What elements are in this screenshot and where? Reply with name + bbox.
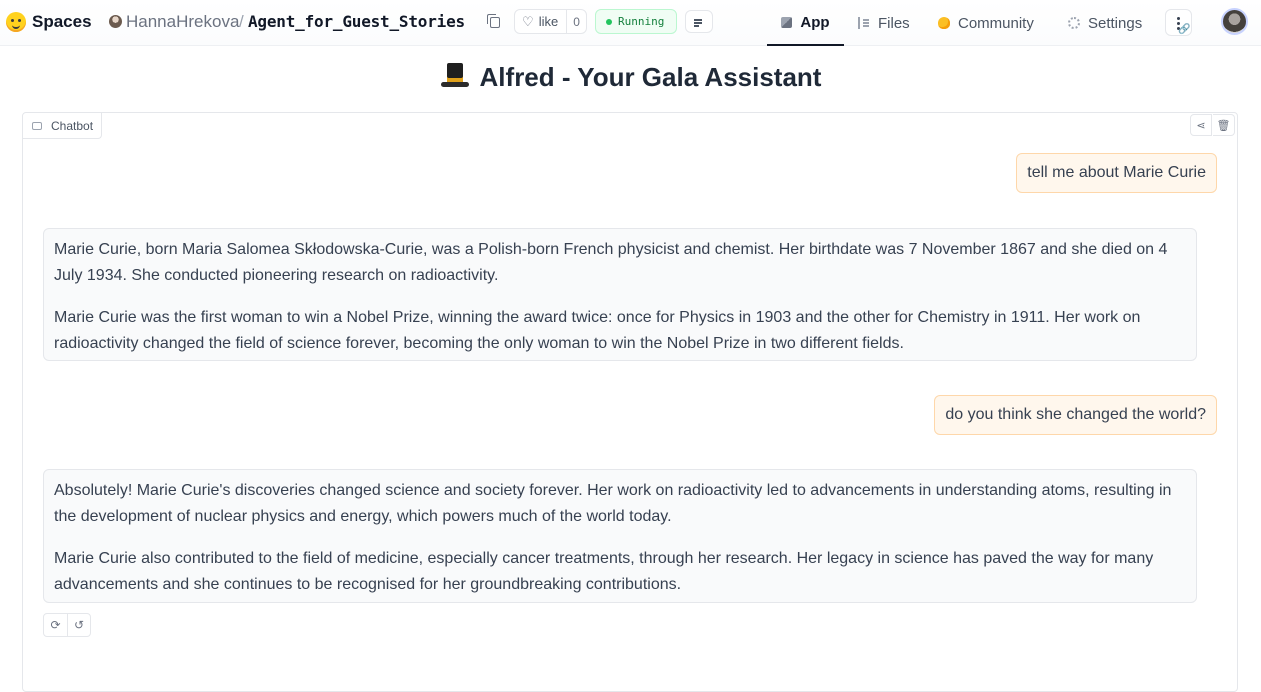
tab-settings-label: Settings	[1088, 14, 1143, 32]
page-title: Alfred - Your Gala Assistant	[0, 62, 1261, 93]
assistant-message[interactable]: Absolutely! Marie Curie's discoveries ch…	[43, 469, 1197, 603]
like-count[interactable]: 0	[566, 10, 586, 33]
more-vertical-icon	[1177, 17, 1180, 20]
assistant-message-paragraph: Marie Curie also contributed to the fiel…	[54, 550, 1154, 593]
page-title-text: Alfred - Your Gala Assistant	[479, 62, 822, 92]
tab-app[interactable]: App	[767, 0, 844, 46]
chatbot-panel: Chatbot ⋖ 🗑 tell me about Marie Curie Ma…	[22, 112, 1238, 692]
message-actions: ⟳ ↺	[43, 613, 91, 637]
heart-icon: ♡	[522, 13, 534, 29]
chatbot-label-text: Chatbot	[51, 118, 94, 133]
spaces-link[interactable]: Spaces	[32, 12, 92, 32]
gear-icon	[1068, 17, 1080, 29]
tab-community[interactable]: Community	[938, 0, 1034, 46]
user-avatar[interactable]	[1221, 8, 1248, 35]
tab-files[interactable]: Files	[858, 0, 910, 46]
share-icon: ⋖	[1196, 119, 1206, 132]
tab-app-label: App	[800, 13, 830, 31]
user-message[interactable]: tell me about Marie Curie	[1016, 153, 1217, 193]
status-badge[interactable]: Running	[595, 9, 677, 34]
like-button[interactable]: ♡ like 0	[514, 9, 587, 34]
logs-button[interactable]	[685, 10, 713, 33]
chat-bubble-icon	[32, 121, 42, 130]
assistant-message-paragraph: Marie Curie was the first woman to win a…	[54, 309, 1141, 352]
top-hat-icon	[440, 62, 470, 90]
retry-icon[interactable]: ⟳	[44, 614, 67, 636]
community-icon	[938, 17, 950, 29]
clear-button[interactable]: 🗑	[1213, 114, 1235, 136]
status-dot-icon	[606, 18, 612, 25]
assistant-message[interactable]: Marie Curie, born Maria Salomea Skłodows…	[43, 228, 1197, 361]
user-message-text: tell me about Marie Curie	[1027, 164, 1206, 181]
link-icon: 🔗	[1178, 24, 1191, 35]
logs-icon	[694, 19, 702, 21]
repo-link[interactable]: Agent_for_Guest_Stories	[248, 12, 465, 31]
assistant-message-paragraph: Absolutely! Marie Curie's discoveries ch…	[54, 482, 1172, 525]
user-message[interactable]: do you think she changed the world?	[934, 395, 1217, 435]
cube-icon	[781, 16, 793, 28]
copy-icon[interactable]	[487, 14, 500, 28]
tab-community-label: Community	[958, 14, 1034, 32]
tab-settings[interactable]: Settings	[1068, 0, 1142, 46]
user-message-text: do you think she changed the world?	[945, 406, 1206, 423]
top-bar: Spaces HannaHrekova / Agent_for_Guest_St…	[0, 0, 1261, 46]
status-text: Running	[618, 15, 665, 28]
assistant-message-paragraph: Marie Curie, born Maria Salomea Skłodows…	[54, 241, 1168, 284]
share-button[interactable]: ⋖	[1190, 114, 1212, 136]
files-icon	[858, 17, 870, 29]
tab-files-label: Files	[878, 14, 910, 32]
owner-avatar	[109, 15, 122, 28]
undo-icon[interactable]: ↺	[67, 614, 90, 636]
trash-icon: 🗑	[1216, 119, 1231, 132]
breadcrumb-separator: /	[239, 12, 244, 31]
chatbot-label: Chatbot	[23, 113, 102, 139]
hugging-face-logo-icon[interactable]	[6, 12, 26, 32]
owner-link[interactable]: HannaHrekova	[126, 12, 239, 32]
like-label: like	[538, 14, 559, 29]
